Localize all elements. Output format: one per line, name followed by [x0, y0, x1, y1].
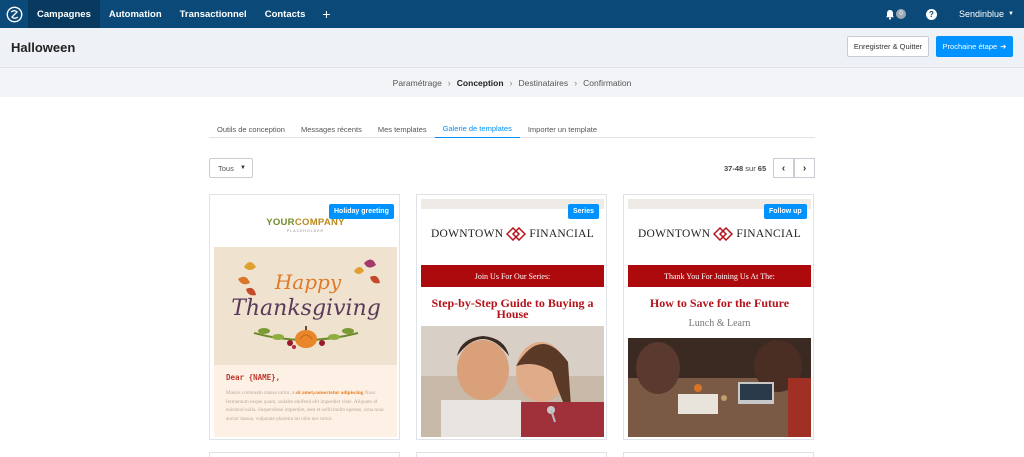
chevron-right-icon: ›	[574, 77, 578, 88]
page-title: Halloween	[11, 40, 76, 55]
help-icon[interactable]: ?	[926, 8, 937, 20]
template-card-follow-up[interactable]: DOWNTOWN FINANCIAL Thank You For Joining…	[623, 194, 814, 440]
template-preview: DOWNTOWN FINANCIAL Join Us For Our Serie…	[421, 199, 604, 437]
subline: Lunch & Learn	[688, 318, 751, 329]
breadcrumb-destinataires[interactable]: Destinataires	[519, 78, 569, 88]
pagination-total: 65	[757, 164, 767, 173]
chevron-right-icon: ›	[509, 77, 513, 88]
greeting-text: Dear {NAME},	[226, 373, 281, 382]
category-badge: Holiday greeting	[329, 204, 394, 219]
tab-messages-recents[interactable]: Messages récents	[293, 120, 370, 138]
template-tabs: Outils de conception Messages récents Me…	[209, 120, 815, 138]
caret-down-icon: ▼	[1008, 11, 1014, 17]
category-badge: Series	[568, 204, 600, 219]
meeting-table-image	[628, 338, 811, 437]
notifications-button[interactable]: 0	[885, 9, 906, 20]
diamond-logo-icon	[713, 227, 734, 241]
arrow-right-icon: ➔	[1000, 42, 1007, 51]
next-page-button[interactable]: ›	[794, 158, 815, 178]
tab-outils-de-conception[interactable]: Outils de conception	[209, 120, 293, 138]
headline: Step-by-Step Guide to Buying a House	[431, 296, 594, 321]
nav-campagnes[interactable]: Campagnes	[28, 0, 100, 28]
diamond-logo-icon	[506, 227, 527, 241]
tab-mes-templates[interactable]: Mes templates	[370, 120, 435, 138]
chevron-right-icon: ›	[802, 162, 807, 174]
headline: How to Save for the Future	[649, 296, 790, 310]
downtown-financial-logo: DOWNTOWN FINANCIAL	[430, 227, 595, 241]
thanksgiving-image: Happy Thanksgiving	[214, 247, 397, 365]
save-and-quit-button[interactable]: Enregistrer & Quitter	[847, 36, 929, 57]
add-icon[interactable]: +	[314, 0, 338, 28]
category-badge: Follow up	[764, 204, 807, 219]
account-name: Sendinblue	[959, 9, 1005, 19]
template-preview: YOURCOMPANY PLACEHOLDER Happy Thanksgivi…	[214, 199, 397, 437]
pagination-of: sur	[745, 164, 756, 173]
next-step-button[interactable]: Prochaine étape ➔	[936, 36, 1013, 57]
breadcrumb-parametrage[interactable]: Paramétrage	[393, 78, 442, 88]
nav-transactionnel[interactable]: Transactionnel	[171, 0, 256, 28]
breadcrumb-conception[interactable]: Conception	[457, 78, 504, 88]
thanksgiving-line-1: Happy	[274, 270, 342, 294]
company-logo-sub: PLACEHOLDER	[286, 229, 325, 233]
caret-down-icon: ▼	[240, 165, 246, 171]
template-card[interactable]	[623, 452, 814, 457]
template-card-holiday-greeting[interactable]: YOURCOMPANY PLACEHOLDER Happy Thanksgivi…	[209, 194, 400, 440]
top-nav: Campagnes Automation Transactionnel Cont…	[0, 0, 1024, 28]
nav-contacts[interactable]: Contacts	[256, 0, 315, 28]
previous-page-button[interactable]: ‹	[773, 158, 794, 178]
breadcrumb: Paramétrage › Conception › Destinataires…	[0, 68, 1024, 97]
downtown-financial-logo: DOWNTOWN FINANCIAL	[637, 227, 802, 241]
bell-icon	[886, 9, 894, 20]
breadcrumb-confirmation[interactable]: Confirmation	[583, 78, 631, 88]
couple-with-keys-image	[421, 326, 604, 437]
template-preview: DOWNTOWN FINANCIAL Thank You For Joining…	[628, 199, 811, 437]
body-text: Mauris commodo massa tortor, a sit amet,…	[226, 390, 385, 422]
account-menu[interactable]: Sendinblue ▼	[959, 9, 1014, 19]
next-step-label: Prochaine étape	[942, 42, 998, 51]
pagination-range: 37-48	[724, 164, 744, 173]
tab-galerie-de-templates[interactable]: Galerie de templates	[434, 120, 520, 138]
notification-count-badge: 0	[896, 9, 906, 19]
tab-importer-un-template[interactable]: Importer un template	[520, 120, 605, 138]
banner: Thank You For Joining Us At The:	[628, 265, 811, 287]
nav-automation[interactable]: Automation	[100, 0, 171, 28]
category-filter-select[interactable]: Tous ▼	[209, 158, 253, 178]
filter-value: Tous	[218, 163, 234, 173]
template-card-series[interactable]: DOWNTOWN FINANCIAL Join Us For Our Serie…	[416, 194, 607, 440]
template-card[interactable]	[416, 452, 607, 457]
template-card[interactable]	[209, 452, 400, 457]
page-header: Halloween Enregistrer & Quitter Prochain…	[0, 28, 1024, 68]
sendinblue-logo-icon[interactable]	[0, 0, 28, 28]
chevron-right-icon: ›	[447, 77, 451, 88]
pagination-info: 37-48 sur 65	[724, 164, 766, 173]
banner: Join Us For Our Series:	[421, 265, 604, 287]
chevron-left-icon: ‹	[781, 162, 786, 174]
thanksgiving-line-2: Thanksgiving	[231, 296, 381, 321]
